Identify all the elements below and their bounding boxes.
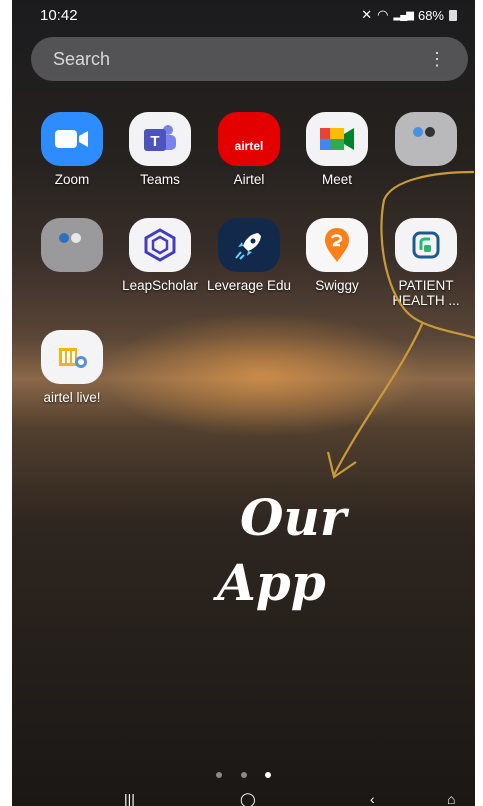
signal-icon: ▂▄▆ bbox=[393, 9, 414, 21]
status-time: 10:42 bbox=[40, 7, 78, 24]
battery-percent: 68% bbox=[417, 7, 444, 23]
folder-icon bbox=[41, 218, 103, 272]
page-dot[interactable] bbox=[216, 772, 223, 778]
app-label: Zoom bbox=[54, 172, 90, 187]
page-dot[interactable] bbox=[240, 772, 247, 778]
arrowhead-annotation bbox=[326, 451, 357, 479]
navigation-bar: ||| ◯ ‹ ⌂ bbox=[12, 792, 475, 806]
app-folder-1[interactable] bbox=[381, 112, 471, 172]
app-label: Teams bbox=[140, 172, 180, 187]
zoom-video-icon bbox=[41, 112, 103, 166]
more-options-icon[interactable]: ⋮ bbox=[428, 49, 446, 70]
app-airtel-live[interactable]: airtel live! bbox=[27, 330, 117, 405]
folder-icon bbox=[395, 112, 457, 166]
annotation-line2: App bbox=[213, 553, 326, 612]
rocket-icon bbox=[218, 218, 280, 272]
search-bar[interactable]: Search ⋮ bbox=[31, 37, 468, 81]
app-label: Swiggy bbox=[315, 278, 359, 293]
battery-icon bbox=[449, 9, 457, 21]
airtel-live-icon bbox=[41, 330, 103, 384]
app-label: Airtel bbox=[233, 172, 265, 187]
annotation-line1: Our bbox=[240, 488, 350, 547]
app-zoom[interactable]: Zoom bbox=[27, 112, 117, 187]
wifi-icon: ◠ bbox=[377, 7, 389, 22]
app-meet[interactable]: Meet bbox=[292, 112, 382, 187]
mute-icon: ✕ bbox=[361, 7, 373, 22]
app-leverage-edu[interactable]: Leverage Edu bbox=[204, 218, 294, 293]
app-folder-2[interactable] bbox=[27, 218, 117, 278]
back-icon[interactable]: ‹ bbox=[370, 792, 375, 806]
recent-apps-icon[interactable]: ||| bbox=[124, 792, 135, 806]
leapscholar-icon bbox=[129, 218, 191, 272]
app-leapscholar[interactable]: LeapScholar bbox=[115, 218, 205, 293]
app-airtel[interactable]: airtel Airtel bbox=[204, 112, 294, 187]
app-label: Leverage Edu bbox=[206, 278, 292, 293]
page-indicator[interactable] bbox=[12, 765, 475, 783]
app-label: LeapScholar bbox=[122, 278, 198, 293]
home-icon[interactable]: ◯ bbox=[240, 792, 256, 806]
page-dot-active[interactable] bbox=[264, 772, 271, 778]
app-teams[interactable]: T Teams bbox=[115, 112, 205, 187]
keyboard-icon[interactable]: ⌂ bbox=[447, 792, 455, 806]
app-patient-health[interactable]: PATIENT HEALTH ... bbox=[381, 218, 471, 308]
home-screen: 10:42 ✕ ◠ ▂▄▆ 68% Search ⋮ Zoom T Teams … bbox=[12, 0, 475, 806]
airtel-icon: airtel bbox=[218, 112, 280, 166]
status-bar: 10:42 ✕ ◠ ▂▄▆ 68% bbox=[40, 6, 457, 26]
app-label: Meet bbox=[321, 172, 352, 187]
search-placeholder: Search bbox=[53, 49, 111, 69]
app-swiggy[interactable]: Swiggy bbox=[292, 218, 382, 293]
meet-icon bbox=[306, 112, 368, 166]
swiggy-icon bbox=[306, 218, 368, 272]
arrow-annotation bbox=[333, 321, 425, 476]
svg-text:T: T bbox=[150, 133, 159, 150]
teams-icon: T bbox=[129, 112, 191, 166]
status-icons: ✕ ◠ ▂▄▆ 68% bbox=[361, 7, 457, 23]
patient-health-icon bbox=[395, 218, 457, 272]
app-label: airtel live! bbox=[43, 390, 101, 405]
airtel-logo-text: airtel bbox=[234, 138, 264, 153]
app-label: PATIENT HEALTH ... bbox=[392, 278, 460, 308]
